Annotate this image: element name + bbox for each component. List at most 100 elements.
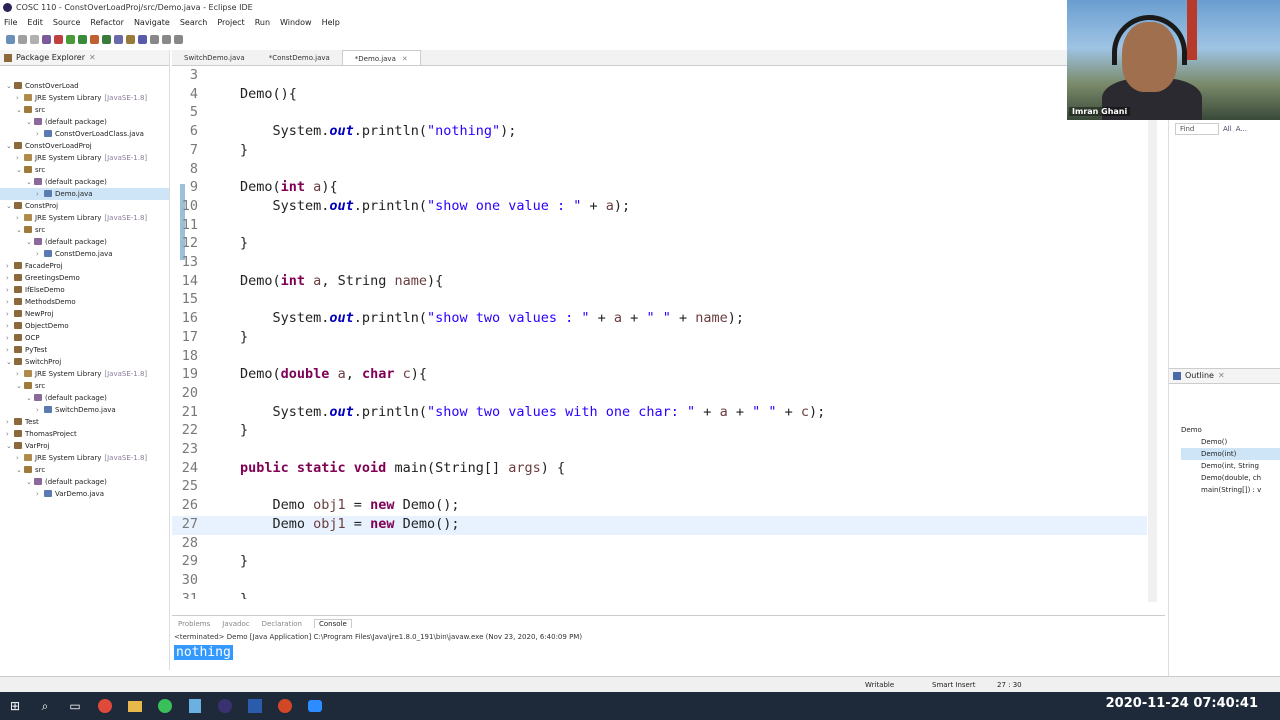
new-project-icon[interactable] — [102, 34, 111, 44]
close-icon[interactable]: ✕ — [89, 50, 96, 66]
new-icon[interactable] — [6, 34, 15, 44]
tree-arrow-icon[interactable]: › — [16, 92, 24, 104]
annotation-icon[interactable] — [150, 34, 159, 44]
run-icon[interactable] — [66, 34, 75, 44]
tree-item[interactable]: › JRE System Library [JavaSE-1.8] — [0, 212, 169, 224]
tree-arrow-icon[interactable]: › — [6, 260, 14, 272]
code-line[interactable]: 27 Demo obj1 = new Demo(); — [172, 515, 1147, 535]
tree-item[interactable]: › ThomasProject — [0, 428, 169, 440]
save-icon[interactable] — [18, 34, 27, 44]
skip-icon[interactable] — [54, 34, 63, 44]
code-line[interactable]: 5 — [172, 104, 1147, 123]
code-line[interactable]: 3 — [172, 67, 1147, 86]
tree-arrow-icon[interactable]: › — [6, 332, 14, 344]
find-input[interactable]: Find — [1175, 123, 1219, 135]
tree-item[interactable]: › SwitchDemo.java — [0, 404, 169, 416]
code-line[interactable]: 6 System.out.println("nothing"); — [172, 123, 1147, 142]
code-line[interactable]: 30 — [172, 572, 1147, 591]
close-icon[interactable]: ✕ — [1218, 368, 1225, 384]
console-tab-problems[interactable]: Problems — [178, 620, 210, 628]
tree-item[interactable]: › ConstDemo.java — [0, 248, 169, 260]
tree-item[interactable]: ⌄ src — [0, 380, 169, 392]
outline-item[interactable]: Demo(int) — [1181, 448, 1280, 460]
tree-item[interactable]: › ObjectDemo — [0, 320, 169, 332]
code-line[interactable]: 22} — [172, 422, 1147, 441]
console-tab-declaration[interactable]: Declaration — [262, 620, 302, 628]
tree-arrow-icon[interactable]: › — [16, 368, 24, 380]
tree-item[interactable]: ⌄ ConstOverLoadProj — [0, 140, 169, 152]
tree-arrow-icon[interactable]: ⌄ — [26, 176, 34, 188]
editor-tab[interactable]: *ConstDemo.java — [257, 50, 342, 65]
code-line[interactable]: 20 — [172, 385, 1147, 404]
coverage-icon[interactable] — [78, 34, 87, 44]
close-icon[interactable]: ✕ — [402, 51, 408, 65]
search-icon[interactable]: ⌕ — [30, 692, 60, 720]
tree-arrow-icon[interactable]: ⌄ — [16, 464, 24, 476]
package-explorer-title[interactable]: Package Explorer — [16, 50, 85, 66]
find-all-link[interactable]: All — [1223, 125, 1232, 133]
editor-tab[interactable]: *Demo.java ✕ — [341, 50, 421, 65]
menu-item-run[interactable]: Run — [255, 16, 270, 30]
tree-arrow-icon[interactable]: › — [36, 128, 44, 140]
tree-arrow-icon[interactable]: ⌄ — [6, 80, 14, 92]
tree-arrow-icon[interactable]: › — [16, 452, 24, 464]
tree-item[interactable]: › FacadeProj — [0, 260, 169, 272]
code-line[interactable]: 19 Demo(double a, char c){ — [172, 366, 1147, 385]
tree-item[interactable]: › IfElseDemo — [0, 284, 169, 296]
search-icon[interactable] — [138, 34, 147, 44]
tree-arrow-icon[interactable]: › — [6, 272, 14, 284]
code-line[interactable]: 15 — [172, 291, 1147, 310]
editor-tab[interactable]: SwitchDemo.java — [172, 50, 257, 65]
tree-arrow-icon[interactable]: › — [16, 152, 24, 164]
menu-item-search[interactable]: Search — [180, 16, 207, 30]
tree-item[interactable]: › JRE System Library [JavaSE-1.8] — [0, 368, 169, 380]
code-line[interactable]: 12} — [172, 235, 1147, 254]
console-tab-javadoc[interactable]: Javadoc — [222, 620, 249, 628]
tree-arrow-icon[interactable]: › — [6, 416, 14, 428]
code-line[interactable]: 18 — [172, 348, 1147, 367]
powerpoint-icon[interactable] — [270, 692, 300, 720]
tree-arrow-icon[interactable]: ⌄ — [6, 440, 14, 452]
console-output[interactable]: nothing — [174, 645, 233, 660]
console-tab-console[interactable]: Console — [314, 619, 352, 628]
menu-item-source[interactable]: Source — [53, 16, 80, 30]
whatsapp-icon[interactable] — [150, 692, 180, 720]
tree-arrow-icon[interactable]: › — [6, 344, 14, 356]
code-line[interactable]: 28 — [172, 535, 1147, 554]
tree-item[interactable]: › OCP — [0, 332, 169, 344]
tree-item[interactable]: ⌄ src — [0, 224, 169, 236]
tree-item[interactable]: › MethodsDemo — [0, 296, 169, 308]
code-line[interactable]: 29} — [172, 553, 1147, 572]
tree-item[interactable]: ⌄ (default package) — [0, 176, 169, 188]
tree-item[interactable]: › NewProj — [0, 308, 169, 320]
forward-icon[interactable] — [174, 34, 183, 44]
outline-title[interactable]: Outline — [1185, 368, 1214, 384]
outline-root[interactable]: Demo — [1181, 424, 1280, 436]
tree-arrow-icon[interactable]: › — [6, 296, 14, 308]
tree-arrow-icon[interactable]: ⌄ — [26, 236, 34, 248]
tree-arrow-icon[interactable]: › — [36, 188, 44, 200]
menu-item-navigate[interactable]: Navigate — [134, 16, 170, 30]
tree-arrow-icon[interactable]: › — [6, 320, 14, 332]
tree-arrow-icon[interactable]: › — [36, 404, 44, 416]
tree-arrow-icon[interactable]: ⌄ — [26, 116, 34, 128]
zoom-icon[interactable] — [300, 692, 330, 720]
tree-arrow-icon[interactable]: ⌄ — [26, 392, 34, 404]
find-more-link[interactable]: A... — [1236, 125, 1247, 133]
tree-arrow-icon[interactable]: ⌄ — [6, 200, 14, 212]
tree-arrow-icon[interactable]: ⌄ — [16, 380, 24, 392]
tree-arrow-icon[interactable]: ⌄ — [6, 140, 14, 152]
code-area[interactable]: 3 4 Demo(){5 6 System.out.println("nothing"… — [172, 67, 1147, 599]
tree-item[interactable]: › VarDemo.java — [0, 488, 169, 500]
tree-item[interactable]: ⌄ ConstOverLoad — [0, 80, 169, 92]
code-line[interactable]: 26 Demo obj1 = new Demo(); — [172, 497, 1147, 516]
tree-item[interactable]: ⌄ (default package) — [0, 476, 169, 488]
tree-item[interactable]: ⌄ SwitchProj — [0, 356, 169, 368]
code-line[interactable]: 24 public static void main(String[] args)… — [172, 460, 1147, 479]
eclipse-taskbar-icon[interactable] — [210, 692, 240, 720]
external-tools-icon[interactable] — [90, 34, 99, 44]
code-line[interactable]: 16 System.out.println("show two values :… — [172, 310, 1147, 329]
code-line[interactable]: 4 Demo(){ — [172, 86, 1147, 105]
tree-item[interactable]: ⌄ ConstProj — [0, 200, 169, 212]
tree-item[interactable]: ⌄ (default package) — [0, 236, 169, 248]
